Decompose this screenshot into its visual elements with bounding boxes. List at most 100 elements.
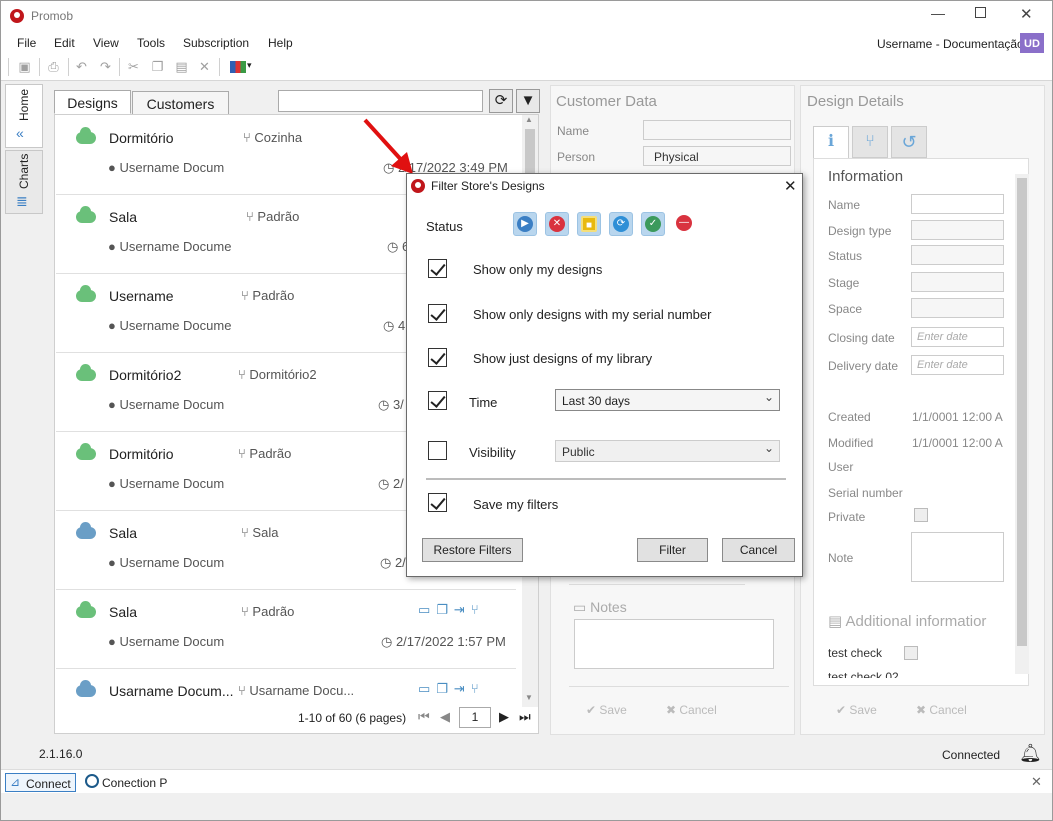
sidetab-home[interactable]: Home « bbox=[5, 84, 43, 148]
connected-status: Connected bbox=[942, 748, 1001, 762]
design-row[interactable]: Sala ⑂ Padrão ● Username Docum ◷ 2/17/2022 … bbox=[56, 590, 516, 669]
tree-tab-icon[interactable]: ⑂ bbox=[852, 126, 888, 158]
customer-person-label: Person bbox=[557, 150, 596, 164]
paste-icon[interactable]: ▤ bbox=[174, 59, 189, 74]
my-library-checkbox[interactable] bbox=[428, 348, 447, 367]
status-icon: ✕ bbox=[549, 216, 565, 232]
private-checkbox[interactable] bbox=[914, 508, 928, 522]
save-icon[interactable]: ▣ bbox=[17, 59, 32, 74]
serial-number-checkbox[interactable] bbox=[428, 304, 447, 323]
next-page-icon[interactable]: ▶ bbox=[499, 709, 509, 725]
customer-cancel-button[interactable]: ✖ Cancel bbox=[666, 703, 717, 717]
first-page-icon[interactable]: ⏮ bbox=[418, 709, 430, 725]
tab-customers[interactable]: Customers bbox=[132, 91, 229, 115]
filter-button[interactable]: Filter bbox=[637, 538, 708, 562]
status-filter-button[interactable]: ✓ bbox=[641, 212, 665, 236]
design-date: ◷ 2/17/2022 1:57 PM bbox=[381, 634, 506, 649]
menu-help[interactable]: Help bbox=[268, 36, 293, 50]
visibility-label: Visibility bbox=[469, 445, 516, 460]
user-avatar[interactable]: UD bbox=[1020, 33, 1044, 55]
prev-page-icon[interactable]: ◀ bbox=[440, 709, 450, 725]
row-actions-icons[interactable]: ▭❐⇥⑂ bbox=[418, 602, 485, 618]
detail-field-input[interactable]: Enter date bbox=[911, 355, 1004, 375]
created-label: Created bbox=[828, 410, 871, 424]
status-filter-button[interactable]: ▶ bbox=[513, 212, 537, 236]
view-style-icon[interactable] bbox=[230, 61, 246, 73]
print-icon[interactable]: ⎙ bbox=[46, 59, 61, 74]
detail-field-input[interactable] bbox=[911, 272, 1004, 292]
history-tab-icon[interactable]: ↺ bbox=[891, 126, 927, 158]
menu-file[interactable]: File bbox=[17, 36, 36, 50]
detail-field-input[interactable] bbox=[911, 298, 1004, 318]
design-user: ● Username Docum bbox=[108, 476, 225, 491]
detail-field-input[interactable] bbox=[911, 194, 1004, 214]
filter-icon[interactable]: ▼ bbox=[516, 89, 540, 113]
customer-name-field[interactable] bbox=[643, 120, 791, 140]
menu-view[interactable]: View bbox=[93, 36, 119, 50]
promob-logo-icon bbox=[10, 9, 24, 23]
connection-logo-icon bbox=[85, 774, 99, 788]
delete-icon[interactable]: ✕ bbox=[197, 59, 212, 74]
my-library-label: Show just designs of my library bbox=[473, 351, 653, 366]
menu-subscription[interactable]: Subscription bbox=[183, 36, 249, 50]
version-label: 2.1.16.0 bbox=[39, 747, 83, 761]
show-my-designs-checkbox[interactable] bbox=[428, 259, 447, 278]
rss-icon: ⊿ bbox=[10, 775, 21, 789]
refresh-icon[interactable]: ⟳ bbox=[489, 89, 513, 113]
save-filters-checkbox[interactable] bbox=[428, 493, 447, 512]
row-actions-icons[interactable]: ▭❐⇥⑂ bbox=[418, 681, 485, 697]
page-number-input[interactable]: 1 bbox=[459, 707, 491, 728]
connection-tab[interactable]: Conection P bbox=[102, 776, 167, 790]
dialog-cancel-button[interactable]: Cancel bbox=[722, 538, 795, 562]
bell-icon[interactable]: 🔔︎ bbox=[1019, 743, 1042, 764]
dialog-close-icon[interactable]: ✕ bbox=[784, 177, 797, 195]
note-field[interactable] bbox=[911, 532, 1004, 582]
design-details-panel: Design Details ℹ ⑂ ↺ Information Name Des… bbox=[800, 85, 1045, 735]
cloud-icon bbox=[76, 680, 96, 697]
last-page-icon[interactable]: ⏭ bbox=[519, 709, 531, 725]
visibility-checkbox[interactable] bbox=[428, 441, 447, 460]
bottom-close-icon[interactable]: ✕ bbox=[1031, 774, 1042, 790]
status-filter-button[interactable]: ✕ bbox=[545, 212, 569, 236]
details-scrollbar[interactable] bbox=[1015, 174, 1029, 674]
details-save-button[interactable]: ✔ Save bbox=[836, 703, 877, 717]
status-filter-button[interactable]: — bbox=[673, 212, 697, 236]
detail-field-input[interactable]: Enter date bbox=[911, 327, 1004, 347]
customer-person-select[interactable]: Physical bbox=[643, 146, 791, 166]
test-check-checkbox[interactable] bbox=[904, 646, 918, 660]
undo-icon[interactable]: ↶ bbox=[74, 59, 89, 74]
menu-tools[interactable]: Tools bbox=[137, 36, 165, 50]
maximize-icon[interactable] bbox=[975, 7, 986, 18]
details-cancel-button[interactable]: ✖ Cancel bbox=[916, 703, 967, 717]
cut-icon[interactable]: ✂ bbox=[126, 59, 141, 74]
connect-tab[interactable]: ⊿ Connect bbox=[5, 773, 76, 792]
notes-field[interactable] bbox=[574, 619, 774, 669]
detail-field-label: Space bbox=[828, 302, 863, 316]
design-type: ⑂ Usarname Docu... bbox=[238, 683, 355, 698]
info-tab-icon[interactable]: ℹ bbox=[813, 126, 849, 158]
restore-filters-button[interactable]: Restore Filters bbox=[422, 538, 523, 562]
detail-field-label: Delivery date bbox=[828, 359, 899, 373]
annotation-arrow-icon bbox=[363, 118, 413, 174]
tab-designs[interactable]: Designs bbox=[54, 90, 131, 114]
minimize-icon[interactable]: — bbox=[931, 5, 945, 21]
menu-edit[interactable]: Edit bbox=[54, 36, 75, 50]
detail-field-input[interactable] bbox=[911, 220, 1004, 240]
time-select[interactable]: Last 30 days bbox=[555, 389, 780, 411]
status-filter-button[interactable]: ⟳ bbox=[609, 212, 633, 236]
dropdown-arrow-icon[interactable]: ▾ bbox=[247, 60, 252, 71]
customer-save-button[interactable]: ✔ Save bbox=[586, 703, 627, 717]
dialog-title: Filter Store's Designs bbox=[431, 179, 545, 193]
connect-tab-label: Connect bbox=[26, 777, 71, 791]
detail-field-input[interactable] bbox=[911, 245, 1004, 265]
search-input[interactable] bbox=[278, 90, 483, 112]
sidetab-charts-label: Charts bbox=[17, 153, 31, 189]
copy-icon[interactable]: ❐ bbox=[150, 59, 165, 74]
close-icon[interactable]: ✕ bbox=[1020, 5, 1033, 23]
design-user: ● Username Docume bbox=[108, 239, 232, 254]
status-filter-button[interactable]: ■ bbox=[577, 212, 601, 236]
redo-icon[interactable]: ↷ bbox=[98, 59, 113, 74]
time-checkbox[interactable] bbox=[428, 391, 447, 410]
visibility-select[interactable]: Public bbox=[555, 440, 780, 462]
sidetab-charts[interactable]: Charts ≣ bbox=[5, 150, 43, 214]
